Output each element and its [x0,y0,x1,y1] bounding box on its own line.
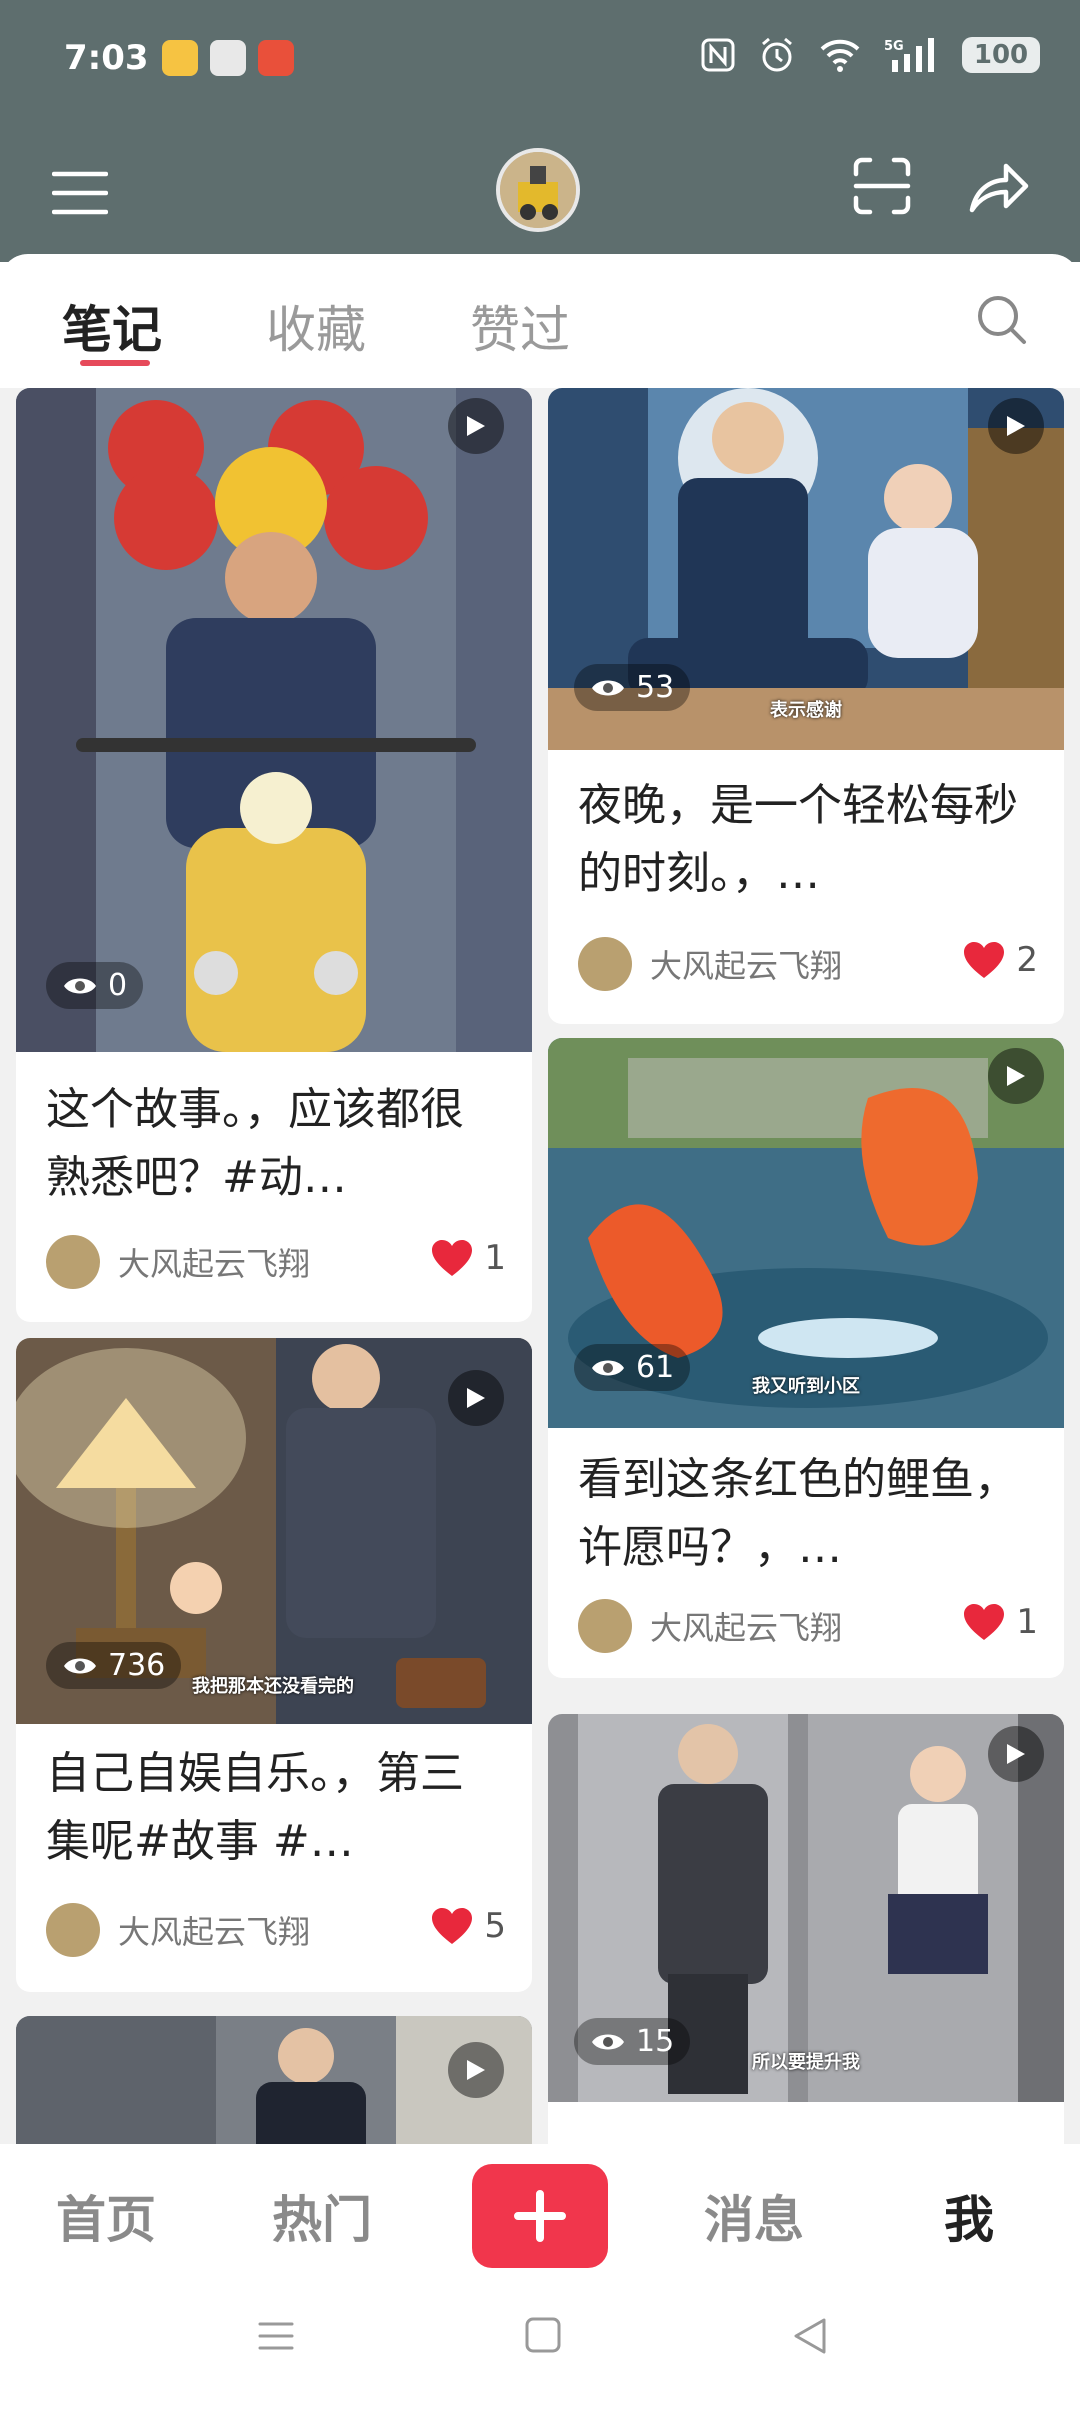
active-tab-indicator [80,360,150,366]
video-play-icon [448,1370,504,1426]
note-author[interactable]: 大风起云飞翔 [46,1234,310,1290]
eye-icon [592,1360,624,1375]
signal-5g-icon: 5G [884,38,934,72]
plus-icon [514,2190,566,2242]
note-title [578,2114,1028,2144]
status-time: 7:03 [64,38,149,78]
view-count: 61 [574,1344,691,1391]
tab-notes[interactable]: 笔记 [62,290,162,362]
heart-icon [432,1908,473,1944]
view-count: 736 [46,1642,182,1689]
like-count[interactable]: 1 [430,1238,506,1278]
author-avatar [46,1903,100,1957]
profile-avatar[interactable] [496,148,580,232]
note-author[interactable]: 大风起云飞翔 [578,1598,842,1654]
notes-feed[interactable]: 0 这个故事。，应该都很熟悉吧？#动… 大风起云飞翔 1 53 表示感谢 夜晚，… [0,388,1080,2144]
note-card[interactable]: 61 我又听到小区 看到这条红色的鲤鱼，许愿吗？，… 大风起云飞翔 1 [548,1038,1064,1678]
heart-icon [964,1604,1005,1640]
tab-favorites[interactable]: 收藏 [266,290,366,362]
author-name: 大风起云飞翔 [650,947,843,985]
tab-liked[interactable]: 赞过 [470,290,570,362]
note-thumbnail [16,388,532,1052]
video-play-icon [988,1726,1044,1782]
app-notification-icon [258,40,294,76]
status-icons: 5G 100 [700,36,1040,74]
video-play-icon [988,1048,1044,1104]
heart-icon [964,942,1005,978]
video-caption: 我又听到小区 [752,1376,860,1397]
nav-me[interactable]: 我 [944,2180,994,2252]
search-icon[interactable] [976,294,1028,346]
nfc-icon [701,38,735,72]
view-count: 15 [574,2018,691,2065]
nav-messages[interactable]: 消息 [704,2180,804,2252]
eye-icon [592,2034,624,2049]
note-title: 夜晚，是一个轻松每秒的时刻。，… [578,780,1018,899]
note-card[interactable]: 15 所以要提升我 [548,1714,1064,2144]
nav-trending[interactable]: 热门 [272,2180,372,2252]
bottom-navigation: 首页 热门 消息 我 [0,2144,1080,2272]
scan-icon[interactable] [852,156,912,216]
eye-icon [64,1658,96,1673]
clock-app-icon [210,40,246,76]
header: 7:03 5G 100 [0,0,1080,262]
note-title: 自己自娱自乐。，第三集呢#故事 #… [46,1748,464,1867]
video-caption: 表示感谢 [770,700,842,721]
share-icon[interactable] [966,156,1030,216]
nav-home[interactable]: 首页 [56,2180,156,2252]
status-bar: 7:03 5G 100 [0,0,1080,120]
note-card[interactable]: 736 我把那本还没看完的 自己自娱自乐。，第三集呢#故事 #… 大风起云飞翔 … [16,1338,532,1992]
note-card[interactable] [16,2016,532,2144]
wifi-icon [820,39,860,72]
create-post-button[interactable] [472,2164,608,2268]
note-author[interactable]: 大风起云飞翔 [578,936,842,992]
heart-icon [432,1240,473,1276]
author-name: 大风起云飞翔 [118,1245,311,1283]
video-play-icon [988,398,1044,454]
video-caption: 所以要提升我 [752,2052,860,2073]
like-count[interactable]: 2 [962,940,1038,980]
svg-text:5G: 5G [884,39,904,54]
note-card[interactable]: 0 这个故事。，应该都很熟悉吧？#动… 大风起云飞翔 1 [16,388,532,1322]
like-count[interactable]: 5 [430,1906,506,1946]
top-bar [0,140,1080,240]
author-name: 大风起云飞翔 [650,1609,843,1647]
video-play-icon [448,398,504,454]
eye-icon [592,680,624,695]
video-caption: 我把那本还没看完的 [192,1676,354,1697]
home-icon[interactable] [524,2316,562,2354]
author-avatar [578,937,632,991]
content-tabs: 笔记 收藏 赞过 [0,254,1080,388]
video-play-icon [448,2042,504,2098]
note-author[interactable]: 大风起云飞翔 [46,1902,310,1958]
battery-indicator: 100 [962,37,1040,73]
note-card[interactable]: 53 表示感谢 夜晚，是一个轻松每秒的时刻。，… 大风起云飞翔 2 [548,388,1064,1024]
author-name: 大风起云飞翔 [118,1913,311,1951]
menu-icon[interactable] [52,170,108,216]
author-avatar [46,1235,100,1289]
view-count: 0 [46,962,144,1009]
eye-icon [64,978,96,993]
back-icon[interactable] [790,2316,830,2356]
view-count: 53 [574,664,691,711]
system-navigation-bar [0,2272,1080,2412]
alarm-icon [762,37,792,72]
author-avatar [578,1599,632,1653]
recent-apps-icon[interactable] [256,2316,296,2356]
weibo-icon [162,40,198,76]
note-title: 看到这条红色的鲤鱼，许愿吗？，… [578,1454,1018,1573]
like-count[interactable]: 1 [962,1602,1038,1642]
note-title: 这个故事。，应该都很熟悉吧？#动… [46,1084,464,1203]
